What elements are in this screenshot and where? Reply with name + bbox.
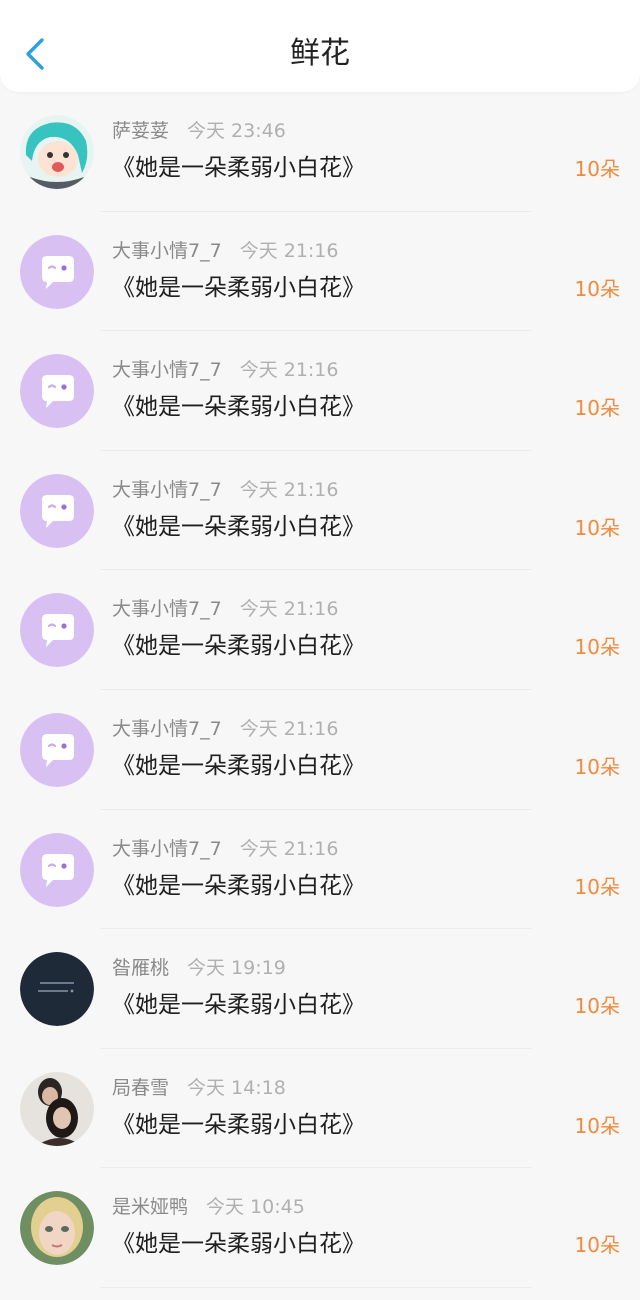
item-meta: 大事小情7_7 今天 21:16 [112,357,338,383]
book-title: 《她是一朵柔弱小白花》 [112,513,365,540]
timestamp: 今天 21:16 [239,598,339,621]
book-title: 《她是一朵柔弱小白花》 [112,274,365,301]
timestamp: 今天 14:18 [187,1076,286,1099]
page-title: 鲜花 [290,36,350,71]
list-item[interactable]: 大事小情7_7 今天 21:16 《她是一朵柔弱小白花》 10朵 [0,331,640,451]
user-name[interactable]: 昝雁桃 [112,957,169,979]
item-meta: 局春雪 今天 14:18 [112,1075,286,1101]
flower-amount: 10朵 [574,515,620,540]
book-title: 《她是一朵柔弱小白花》 [112,1231,365,1258]
avatar[interactable] [20,115,94,189]
timestamp: 今天 10:45 [206,1196,305,1219]
gift-list: 萨荽荽 今天 23:46 《她是一朵柔弱小白花》 10朵 大事小情7_7 今天 21:16… [0,92,640,1288]
list-item[interactable]: 大事小情7_7 今天 21:16 《她是一朵柔弱小白花》 10朵 [0,690,640,810]
avatar[interactable] [20,952,94,1027]
list-item[interactable]: 萨荽荽 今天 23:46 《她是一朵柔弱小白花》 10朵 [0,92,640,212]
item-meta: 大事小情7_7 今天 21:16 [112,596,338,622]
app-root: 鲜花 萨荽荽 今天 23:46 《她是一朵柔弱小白花》 10朵 大事小情7_7 今天 21… [0,0,640,1300]
item-meta: 昝雁桃 今天 19:19 [112,955,286,981]
user-name[interactable]: 大事小情7_7 [112,598,222,620]
user-name[interactable]: 局春雪 [112,1077,169,1099]
timestamp: 今天 21:16 [239,359,339,382]
book-title: 《她是一朵柔弱小白花》 [112,872,365,899]
flower-amount: 10朵 [574,994,620,1019]
item-meta: 萨荽荽 今天 23:46 [112,118,286,144]
flower-amount: 10朵 [574,635,620,660]
avatar[interactable] [20,1071,94,1146]
flower-amount: 10朵 [574,874,620,899]
list-item[interactable]: 昝雁桃 今天 19:19 《她是一朵柔弱小白花》 10朵 [0,929,640,1049]
item-meta: 大事小情7_7 今天 21:16 [112,716,338,742]
user-name[interactable]: 大事小情7_7 [112,479,222,501]
list-item[interactable]: 是米娅鸭 今天 10:45 《她是一朵柔弱小白花》 10朵 [0,1168,640,1288]
avatar[interactable] [20,473,94,548]
flower-amount: 10朵 [574,1233,620,1258]
book-title: 《她是一朵柔弱小白花》 [112,633,365,660]
timestamp: 今天 21:16 [239,717,339,740]
user-name[interactable]: 大事小情7_7 [112,838,222,860]
top-bar: 鲜花 [0,0,640,92]
user-name[interactable]: 萨荽荽 [112,120,169,142]
flower-amount: 10朵 [574,396,620,421]
list-item[interactable]: 局春雪 今天 14:18 《她是一朵柔弱小白花》 10朵 [0,1049,640,1169]
list-item[interactable]: 大事小情7_7 今天 21:16 《她是一朵柔弱小白花》 10朵 [0,570,640,690]
book-title: 《她是一朵柔弱小白花》 [112,155,365,181]
user-name[interactable]: 大事小情7_7 [112,359,222,381]
user-name[interactable]: 大事小情7_7 [112,718,222,740]
book-title: 《她是一朵柔弱小白花》 [112,394,365,421]
item-meta: 大事小情7_7 今天 21:16 [112,238,338,264]
item-meta: 是米娅鸭 今天 10:45 [112,1194,305,1220]
flower-amount: 10朵 [574,276,620,301]
flower-amount: 10朵 [574,157,620,181]
avatar[interactable] [20,832,94,907]
timestamp: 今天 21:16 [239,239,339,262]
timestamp: 今天 21:16 [239,478,339,501]
divider [100,1286,532,1288]
avatar[interactable] [20,1191,94,1266]
avatar[interactable] [20,234,94,309]
book-title: 《她是一朵柔弱小白花》 [112,752,365,779]
book-title: 《她是一朵柔弱小白花》 [112,1111,365,1138]
timestamp: 今天 21:16 [239,837,339,860]
flower-amount: 10朵 [574,1113,620,1138]
timestamp: 今天 19:19 [187,957,286,980]
user-name[interactable]: 是米娅鸭 [112,1196,188,1218]
list-item[interactable]: 大事小情7_7 今天 21:16 《她是一朵柔弱小白花》 10朵 [0,451,640,571]
avatar[interactable] [20,712,94,787]
flower-amount: 10朵 [574,754,620,779]
item-meta: 大事小情7_7 今天 21:16 [112,836,338,862]
book-title: 《她是一朵柔弱小白花》 [112,992,365,1019]
item-meta: 大事小情7_7 今天 21:16 [112,477,338,503]
user-name[interactable]: 大事小情7_7 [112,240,222,262]
avatar[interactable] [20,354,94,429]
timestamp: 今天 23:46 [187,120,286,142]
list-item[interactable]: 大事小情7_7 今天 21:16 《她是一朵柔弱小白花》 10朵 [0,212,640,332]
list-item[interactable]: 大事小情7_7 今天 21:16 《她是一朵柔弱小白花》 10朵 [0,810,640,930]
avatar[interactable] [20,593,94,668]
